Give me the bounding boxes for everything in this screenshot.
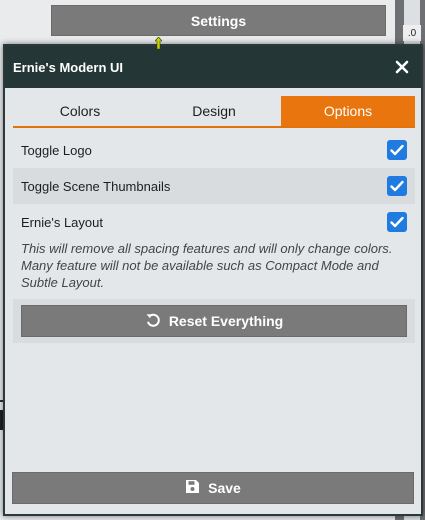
- background-settings-button[interactable]: Settings: [51, 5, 386, 36]
- tab-options[interactable]: Options: [281, 96, 415, 126]
- layout-note: This will remove all spacing features an…: [21, 241, 393, 290]
- toggle-logo-checkbox[interactable]: [387, 140, 407, 160]
- toggle-scene-thumbnails-checkbox[interactable]: [387, 176, 407, 196]
- background-settings-label: Settings: [190, 12, 247, 29]
- ernies-layout-checkbox[interactable]: [387, 212, 407, 232]
- modern-ui-dialog: Ernie's Modern UI Colors Design Options …: [3, 44, 423, 516]
- reset-label: Reset Everything: [168, 313, 284, 329]
- tab-bar: Colors Design Options: [13, 96, 415, 128]
- option-toggle-logo: Toggle Logo: [13, 132, 415, 168]
- dialog-header: Ernie's Modern UI: [5, 46, 421, 88]
- undo-icon: [145, 312, 161, 331]
- tab-colors[interactable]: Colors: [13, 96, 147, 126]
- options-panel: Toggle Logo Toggle Scene Thumbnails Erni…: [13, 132, 415, 299]
- option-toggle-scene-thumbnails: Toggle Scene Thumbnails: [13, 168, 415, 204]
- tab-design[interactable]: Design: [147, 96, 281, 126]
- reset-everything-button[interactable]: Reset Everything: [21, 305, 407, 337]
- option-label: Toggle Logo: [21, 142, 92, 158]
- mouse-cursor-icon: [154, 36, 163, 50]
- close-icon[interactable]: [391, 56, 413, 78]
- background-side-tag: .0: [403, 25, 421, 41]
- option-label: Ernie's Layout: [21, 214, 103, 230]
- floppy-disk-icon: [185, 479, 200, 497]
- option-label: Toggle Scene Thumbnails: [21, 178, 171, 194]
- save-button[interactable]: Save: [12, 472, 414, 504]
- reset-section: Reset Everything: [13, 299, 415, 343]
- save-label: Save: [208, 480, 241, 496]
- dialog-title: Ernie's Modern UI: [13, 59, 123, 75]
- option-ernies-layout: Ernie's Layout: [13, 204, 415, 240]
